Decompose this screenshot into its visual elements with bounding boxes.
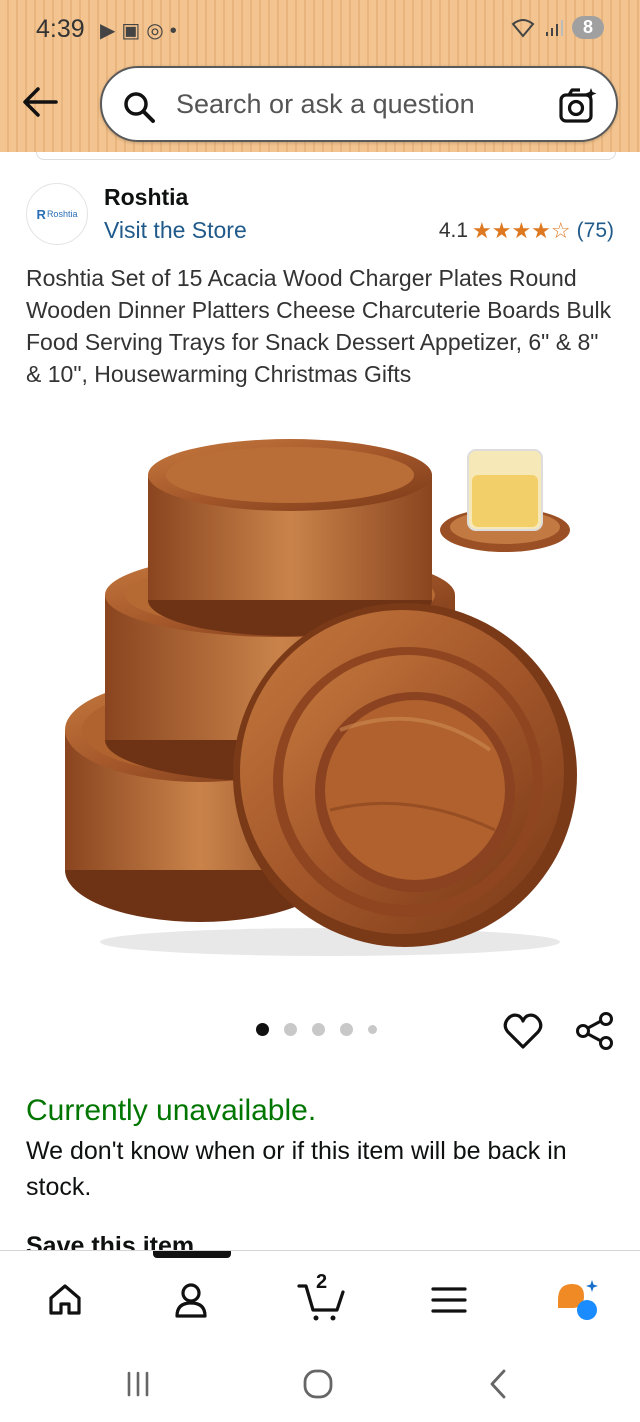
brand-logo-text: Roshtia — [46, 209, 78, 219]
home-tab[interactable] — [40, 1275, 90, 1325]
bottom-tab-bar: 2 — [0, 1250, 640, 1346]
battery-indicator: 8 — [571, 16, 604, 39]
screenshot-icon: ▣ — [121, 20, 147, 42]
image-carousel-indicator[interactable] — [256, 1023, 377, 1036]
active-tab-indicator — [153, 1251, 231, 1258]
rating-summary[interactable]: 4.1 ★★★★☆ (75) — [439, 218, 614, 244]
system-navigation-bar — [0, 1346, 640, 1422]
brand-logo-mark: R — [36, 206, 46, 222]
menu-tab[interactable] — [424, 1275, 474, 1325]
wishlist-button[interactable] — [502, 1010, 544, 1057]
heart-icon — [503, 1013, 543, 1049]
review-count-link[interactable]: (75) — [577, 219, 614, 243]
home-circle-icon — [303, 1369, 333, 1399]
status-notification-icons: ▶▣◎• — [100, 18, 183, 43]
back-nav-button[interactable] — [478, 1366, 518, 1402]
save-item-heading: Save this item — [26, 1232, 195, 1252]
account-tab[interactable] — [166, 1275, 216, 1325]
search-icon — [124, 92, 155, 123]
status-bar: 4:39 ▶▣◎• 8 — [0, 0, 640, 60]
youtube-icon: ▶ — [100, 20, 122, 42]
search-input[interactable]: Search or ask a question — [176, 89, 475, 120]
back-arrow-icon — [23, 87, 58, 117]
dot-icon: • — [169, 20, 183, 42]
signal-icon — [545, 19, 563, 36]
camera-search-icon[interactable] — [558, 86, 598, 126]
cart-tab[interactable]: 2 — [296, 1271, 346, 1325]
home-nav-button[interactable] — [298, 1366, 338, 1402]
visit-store-link[interactable]: Visit the Store — [104, 217, 247, 244]
search-bar[interactable]: Search or ask a question — [100, 66, 618, 142]
brand-logo[interactable]: R Roshtia — [26, 183, 88, 245]
back-button[interactable] — [20, 82, 60, 122]
rating-value: 4.1 — [438, 219, 469, 242]
carousel-dot[interactable] — [256, 1023, 269, 1036]
wifi-icon — [511, 18, 535, 38]
share-button[interactable] — [574, 1010, 616, 1057]
carousel-dot[interactable] — [312, 1023, 325, 1036]
brand-name[interactable]: Roshtia — [104, 184, 188, 211]
cart-count-badge: 2 — [316, 1271, 328, 1293]
header-divider — [36, 152, 616, 160]
product-image[interactable] — [40, 430, 600, 970]
wooden-plates-illustration — [65, 439, 577, 956]
hotspot-icon: ◎ — [146, 20, 170, 42]
product-title: Roshtia Set of 15 Acacia Wood Charger Pl… — [26, 265, 612, 387]
carousel-dot[interactable] — [340, 1023, 353, 1036]
rufus-ai-icon — [558, 1280, 598, 1320]
star-rating-icon: ★★★★☆ — [472, 218, 571, 243]
rufus-tab[interactable] — [552, 1275, 602, 1325]
carousel-dot[interactable] — [368, 1025, 377, 1034]
recent-apps-icon — [127, 1371, 149, 1397]
status-system-icons: 8 — [510, 16, 604, 39]
home-icon — [49, 1284, 81, 1315]
back-chevron-icon — [490, 1369, 506, 1399]
carousel-dot[interactable] — [284, 1023, 297, 1036]
hamburger-menu-icon — [431, 1287, 467, 1313]
availability-status: Currently unavailable. — [26, 1094, 317, 1127]
status-time: 4:39 — [36, 15, 85, 43]
availability-message: We don't know when or if this item will … — [26, 1137, 567, 1201]
share-icon — [576, 1012, 613, 1050]
recent-apps-button[interactable] — [118, 1366, 158, 1402]
person-icon — [175, 1283, 207, 1318]
